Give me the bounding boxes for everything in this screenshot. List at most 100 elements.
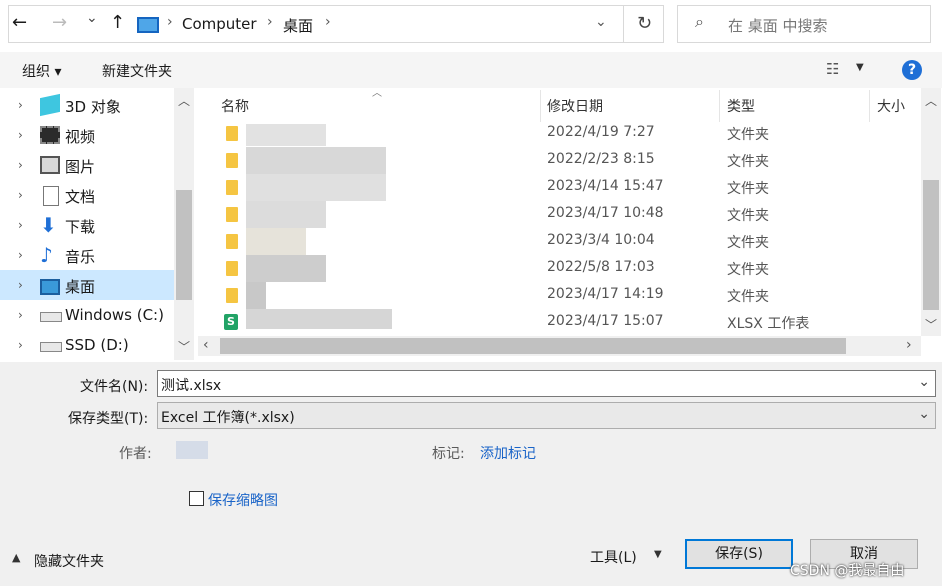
nav-item-label: 图片 [65,158,96,176]
save-thumbnail-checkbox[interactable] [189,491,204,506]
nav-item-label: 文档 [65,188,96,206]
breadcrumb-desktop[interactable]: 桌面 [283,15,313,36]
table-row[interactable]: 2022/4/19 7:27 文件夹 [206,120,920,147]
redacted-filename [246,309,392,329]
breadcrumb-separator: › [267,14,273,30]
chevron-right-icon[interactable]: › [18,248,23,262]
navigation-pane[interactable]: › 3D 对象 › 视频 › 图片 › 文档 › ⬇ 下载 › ♪ 音乐 › 桌… [0,88,196,360]
chevron-right-icon[interactable]: › [18,188,23,202]
nav-item-downloads[interactable]: › ⬇ 下载 [0,210,174,240]
save-thumbnail-label[interactable]: 保存缩略图 [208,490,278,510]
filetype-label: 保存类型(T): [68,411,149,427]
column-header-name[interactable]: 名称 [221,96,249,116]
file-type: 文件夹 [727,208,769,224]
nav-item-drive-d[interactable]: › SSD (D:) [0,330,174,360]
folder-icon [226,126,238,141]
chevron-up-icon[interactable]: ▲ [12,551,20,564]
redacted-filename [246,174,386,201]
nav-scrollbar[interactable]: ︿ ﹀ [174,88,194,360]
organize-menu[interactable]: 组织 ▾ [22,61,61,81]
tools-dropdown-icon[interactable]: ▼ [654,549,662,560]
refresh-button[interactable]: ↻ [637,13,652,34]
nav-item-3d-objects[interactable]: › 3D 对象 [0,90,174,120]
hide-folders-button[interactable]: 隐藏文件夹 [34,551,104,571]
file-modified: 2023/4/17 10:48 [547,205,664,221]
file-modified: 2022/4/19 7:27 [547,124,655,140]
folder-icon [226,261,238,276]
pictures-icon [40,156,60,174]
save-button[interactable]: 保存(S) [685,539,793,569]
chevron-right-icon[interactable]: › [18,308,23,322]
redacted-filename [246,282,266,309]
filetype-value: Excel 工作簿(*.xlsx) [161,410,295,426]
sort-indicator-icon: ︿ [372,88,382,99]
filetype-select[interactable]: Excel 工作簿(*.xlsx) ⌄ [157,402,936,429]
column-header-modified[interactable]: 修改日期 [547,96,603,116]
nav-item-desktop[interactable]: › 桌面 [0,270,174,300]
add-tags-link[interactable]: 添加标记 [480,443,536,463]
drive-d-icon [40,342,62,352]
drive-c-icon [40,312,62,322]
table-row[interactable]: 2022/5/8 17:03 文件夹 [206,255,920,282]
search-input[interactable]: 在 桌面 中搜索 [728,15,828,36]
chevron-down-icon[interactable]: ﹀ [925,316,937,333]
nav-item-drive-c[interactable]: › Windows (C:) [0,300,174,330]
table-row[interactable]: 2023/4/14 15:47 文件夹 [206,174,920,201]
video-icon [40,126,60,144]
author-label: 作者: [119,446,152,462]
chevron-up-icon[interactable]: ︿ [925,92,937,109]
file-type: 文件夹 [727,181,769,197]
downloads-icon: ⬇ [40,213,57,237]
address-bar[interactable]: › Computer › 桌面 › ⌄ ↻ [8,5,664,43]
chevron-right-icon[interactable]: › [18,158,23,172]
table-row[interactable]: 2022/2/23 8:15 文件夹 [206,147,920,174]
nav-item-label: 音乐 [65,248,96,266]
filename-field[interactable]: 测试.xlsx ⌄ [157,370,936,397]
new-folder-button[interactable]: 新建文件夹 [102,61,172,81]
help-icon[interactable]: ? [902,60,922,80]
chevron-right-icon[interactable]: › [18,218,23,232]
table-row[interactable]: 2023/4/17 14:19 文件夹 [206,282,920,309]
scroll-thumb[interactable] [220,338,846,354]
nav-item-videos[interactable]: › 视频 [0,120,174,150]
nav-item-label: SSD (D:) [65,336,129,354]
nav-item-pictures[interactable]: › 图片 [0,150,174,180]
redacted-filename [246,201,326,228]
redacted-author[interactable] [176,441,208,459]
chevron-right-icon[interactable]: › [18,128,23,142]
scroll-thumb[interactable] [923,180,939,310]
folder-icon [226,180,238,195]
column-header-type[interactable]: 类型 [727,96,755,116]
chevron-down-icon[interactable]: ⌄ [595,14,607,30]
filename-input[interactable]: 测试.xlsx [161,375,221,395]
search-box[interactable]: ⌕ 在 桌面 中搜索 [677,5,931,43]
chevron-up-icon[interactable]: ︿ [178,92,190,109]
chevron-right-icon[interactable]: › [18,278,23,292]
chevron-down-icon[interactable]: ⌄ [918,374,930,390]
view-dropdown-icon[interactable]: ▼ [856,62,864,73]
nav-item-label: 视频 [65,128,96,146]
nav-item-documents[interactable]: › 文档 [0,180,174,210]
computer-icon [137,17,159,33]
scroll-thumb[interactable] [176,190,192,300]
view-options-icon[interactable]: ☷ [826,60,839,78]
column-header-size[interactable]: 大小 [877,96,905,116]
chevron-down-icon[interactable]: ⌄ [918,406,930,422]
nav-item-music[interactable]: › ♪ 音乐 [0,240,174,270]
breadcrumb-separator: › [325,14,331,30]
tools-menu[interactable]: 工具(L) [590,547,637,567]
chevron-right-icon[interactable]: › [906,337,912,353]
chevron-down-icon[interactable]: ﹀ [178,338,190,355]
nav-item-label: 下载 [65,218,96,236]
xlsx-file-icon: S [224,314,238,330]
table-row[interactable]: 2023/4/17 10:48 文件夹 [206,201,920,228]
file-list-vertical-scrollbar[interactable]: ︿ ﹀ [921,88,941,336]
chevron-right-icon[interactable]: › [18,98,23,112]
breadcrumb-computer[interactable]: Computer [182,15,257,33]
file-type: 文件夹 [727,127,769,143]
file-list-horizontal-scrollbar[interactable]: ‹ › [198,336,921,356]
table-row[interactable]: S 2023/4/17 15:07 XLSX 工作表 [206,309,920,336]
chevron-right-icon[interactable]: › [18,338,23,352]
chevron-left-icon[interactable]: ‹ [203,337,209,353]
table-row[interactable]: 2023/3/4 10:04 文件夹 [206,228,920,255]
